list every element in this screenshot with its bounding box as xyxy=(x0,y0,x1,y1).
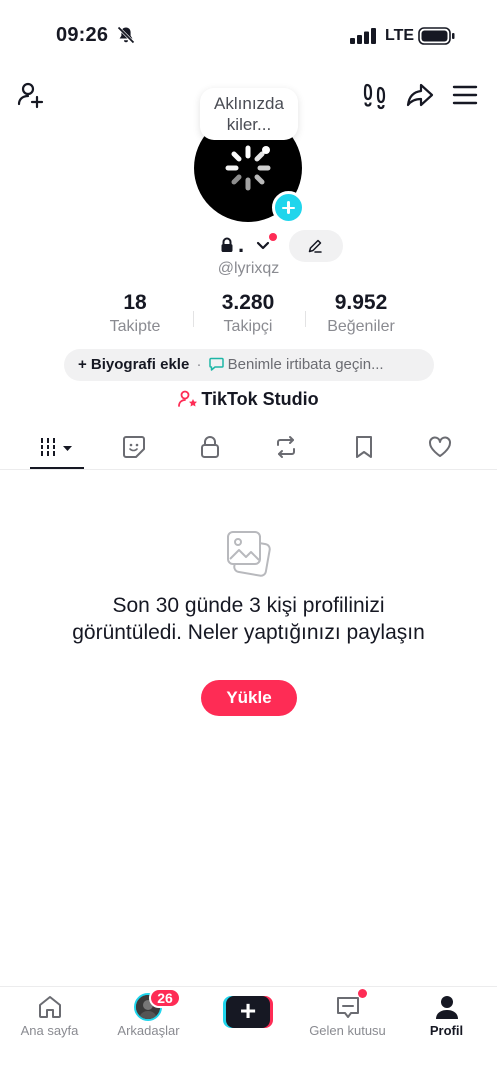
bell-muted-icon xyxy=(117,26,135,44)
note-bubble-line2: kiler... xyxy=(226,115,272,134)
network-label: LTE xyxy=(385,27,415,44)
note-bubble-line1: Aklınızda xyxy=(214,94,284,113)
pencil-icon xyxy=(308,239,322,253)
photos-placeholder-icon xyxy=(227,531,271,577)
stat-followers-value: 3.280 xyxy=(221,291,275,314)
stat-following-label: Takipte xyxy=(109,318,161,335)
signal-icon xyxy=(350,28,376,44)
username-handle: @lyrixqz xyxy=(217,260,280,277)
menu-icon[interactable] xyxy=(450,80,480,110)
tiktok-studio-label: TikTok Studio xyxy=(201,389,319,409)
status-time: 09:26 xyxy=(56,24,109,46)
stat-following-value: 18 xyxy=(123,291,147,314)
tab-videos-grid-icon[interactable] xyxy=(38,434,76,460)
stat-likes-value: 9.952 xyxy=(334,291,388,314)
tab-reposts-sticker-icon[interactable] xyxy=(121,434,147,460)
bio-separator: · xyxy=(196,356,202,373)
tab-liked-heart-icon[interactable] xyxy=(427,434,453,460)
nav-friends[interactable]: 26 Arkadaşlar xyxy=(99,987,198,1057)
battery-icon xyxy=(418,27,455,45)
studio-person-star-icon xyxy=(178,390,198,407)
stat-followers-label: Takipçi xyxy=(223,318,273,335)
plus-icon: + xyxy=(226,996,270,1028)
note-bubble[interactable]: Aklınızda kiler... xyxy=(200,88,298,140)
status-bar: 09:26 LTE xyxy=(0,0,497,72)
inbox-message-icon xyxy=(337,997,359,1018)
nav-inbox-label: Gelen kutusu xyxy=(309,1023,386,1038)
display-name[interactable]: . xyxy=(238,234,244,256)
add-bio-button[interactable]: + Biyografi ekle xyxy=(78,356,189,373)
active-tab-indicator xyxy=(30,467,84,469)
nav-create[interactable]: + xyxy=(199,987,298,1057)
profile-icon xyxy=(436,996,458,1019)
notification-dot xyxy=(269,233,277,241)
add-avatar-button[interactable] xyxy=(272,191,305,224)
create-button[interactable]: + xyxy=(223,996,273,1028)
tab-private-lock-icon[interactable] xyxy=(197,434,223,460)
nav-friends-label: Arkadaşlar xyxy=(117,1023,180,1038)
nav-profile[interactable]: Profil xyxy=(397,987,496,1057)
tiktok-studio-link[interactable]: TikTok Studio xyxy=(0,389,497,410)
private-lock-icon xyxy=(221,237,233,252)
stat-likes-label: Beğeniler xyxy=(327,318,395,335)
nav-profile-label: Profil xyxy=(429,1023,464,1038)
stat-followers[interactable]: 3.280 Takipçi xyxy=(193,290,303,336)
chat-bubble-icon xyxy=(208,357,224,371)
inbox-notification-dot xyxy=(358,989,367,998)
bio-chip[interactable]: + Biyografi ekle · Benimle irtibata geçi… xyxy=(64,349,434,381)
friends-badge: 26 xyxy=(149,988,181,1008)
tab-favorites-bookmark-icon[interactable] xyxy=(351,434,377,460)
nav-home-label: Ana sayfa xyxy=(20,1023,79,1038)
chevron-down-icon[interactable] xyxy=(256,240,270,252)
profile-tabs xyxy=(0,428,497,470)
contact-me-link[interactable]: Benimle irtibata geçin... xyxy=(228,356,384,373)
stat-likes[interactable]: 9.952 Beğeniler xyxy=(306,290,416,336)
add-friend-icon[interactable] xyxy=(16,80,46,110)
share-icon[interactable] xyxy=(405,80,435,110)
note-bubble-tail xyxy=(262,146,270,154)
footprint-icon[interactable] xyxy=(360,81,390,111)
stat-following[interactable]: 18 Takipte xyxy=(80,290,190,336)
upload-button[interactable]: Yükle xyxy=(201,680,297,716)
home-icon xyxy=(39,996,61,1018)
bottom-navigation: Ana sayfa 26 Arkadaşlar + Gelen kutusu P… xyxy=(0,986,497,1080)
empty-state-message: Son 30 günde 3 kişi profilinizi görüntül… xyxy=(72,594,425,644)
tab-repost-icon[interactable] xyxy=(273,434,299,460)
edit-profile-button[interactable] xyxy=(289,230,343,262)
nav-inbox[interactable]: Gelen kutusu xyxy=(298,987,397,1057)
nav-home[interactable]: Ana sayfa xyxy=(0,987,99,1057)
